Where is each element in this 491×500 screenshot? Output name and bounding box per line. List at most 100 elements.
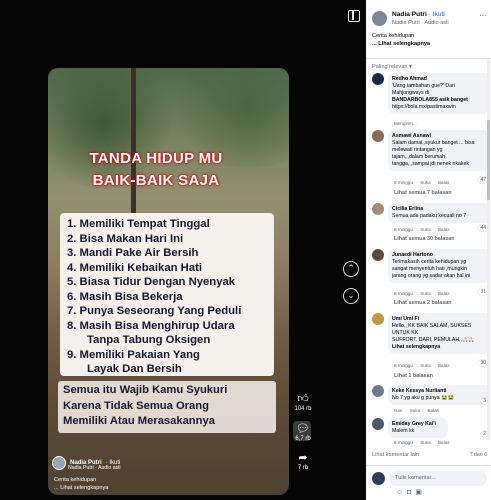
comment-meta: 6 minggu Suka Balas <box>394 440 455 445</box>
see-more-link[interactable]: ... Lihat selengkapnya <box>54 484 108 492</box>
comment-item: Junaedi Hartono Terimakasih cerita kehid… <box>372 249 491 309</box>
comment-text: melewati rintangan yg <box>392 147 443 153</box>
divider <box>366 58 491 59</box>
like-link[interactable]: Suka <box>420 227 430 232</box>
audio-label[interactable]: Nadia Putri · Audio asli <box>392 20 449 26</box>
sort-dropdown[interactable]: Paling relevan ▾ <box>372 64 412 70</box>
footer-line: Semua itu Wajib Kamu Syukuri <box>63 384 228 396</box>
author-name[interactable]: Nadia Putri · Ikuti <box>392 11 445 18</box>
comment-link[interactable]: https://bola.mx/pastimaxwin <box>392 104 486 111</box>
view-replies-link[interactable]: Lihat 1 balasan <box>394 373 433 379</box>
commenter-name[interactable]: Junaedi Hartono <box>392 252 486 259</box>
comment-item: Emiday Grey Kai'i Malem kk 6 minggu Suka… <box>372 418 491 450</box>
comment-text: UNTUK KK <box>392 330 419 336</box>
like-button[interactable]: 👍︎ 104 rb <box>294 393 312 413</box>
commenter-name[interactable]: Redho Ahmad <box>392 76 486 83</box>
comment-text: Hello,, KK BAIK SALAM, SUKSES <box>392 323 472 329</box>
see-more-link[interactable]: ... Lihat selengkapnya <box>372 40 430 48</box>
avatar[interactable] <box>372 203 384 215</box>
comment-bubble: Emiday Grey Kai'i Malem kk <box>388 418 448 438</box>
comment-bubble: Asmawi Asnawi Salam damai,,syukur banget… <box>388 130 490 171</box>
list-item: 4. Memiliki Kebaikan Hati <box>67 261 202 274</box>
comment-meta: Hari Suka Balas <box>394 408 445 413</box>
reply-link[interactable]: Balas <box>438 440 450 445</box>
list-item: Layak Dan Bersih <box>87 363 182 375</box>
view-replies-link[interactable]: Lihat semua 7 balasan <box>394 190 452 196</box>
avatar[interactable] <box>372 249 384 261</box>
avatar[interactable] <box>372 130 384 142</box>
list-item: 2. Bisa Makan Hari Ini <box>67 232 184 245</box>
comment-text: Salam damai,,syukur banget ... bisa <box>392 140 475 146</box>
comment-bubble: Cicilia Erlina Semua ada padaku kecuali … <box>388 203 490 223</box>
comment-text: Terimakasih cerita kehidupan yg <box>392 259 467 265</box>
chevron-down-icon[interactable]: ⌄ <box>343 288 359 304</box>
comment-meta: Mengirim... <box>394 121 423 126</box>
comment-text: 'Uang tambahan gue?' Dari <box>392 83 455 89</box>
avatar[interactable] <box>52 456 66 470</box>
comment-button[interactable]: 💬︎ 6,7 rb <box>294 423 312 443</box>
comment-time: 8 minggu <box>394 180 413 185</box>
comment-text: No 7 yg aku g punya 😭😭 <box>392 395 454 401</box>
gif-icon[interactable]: ▣ <box>415 489 426 496</box>
comment-time: Hari <box>394 408 403 413</box>
view-more-comments-link[interactable]: Lihat komentar lain <box>372 452 419 458</box>
like-link[interactable]: Suka <box>420 180 430 185</box>
comment-text: SUFFORT, DARI, PEMULAH,,🙏🏻🙏🏻 <box>392 337 475 343</box>
comment-meta: 6 minggu Suka Balas <box>394 363 455 368</box>
reply-link[interactable]: Balas <box>438 227 450 232</box>
comment-bubble: Umi Umi Fi Hello,, KK BAIK SALAM, SUKSES… <box>388 313 490 354</box>
comment-meta: 8 minggu Suka Balas <box>394 291 455 296</box>
comment-bubble: Junaedi Hartono Terimakasih cerita kehid… <box>388 249 490 283</box>
video-title-line: TANDA HIDUP MU <box>89 150 223 167</box>
like-link[interactable]: Suka <box>420 291 430 296</box>
comment-input[interactable]: Tulis komentar... <box>389 471 487 486</box>
scrollbar-thumb[interactable] <box>487 120 490 200</box>
avatar[interactable] <box>372 385 384 397</box>
more-icon[interactable]: ··· <box>479 11 487 20</box>
comment-item: Keke Kessya Nurlianti No 7 yg aku g puny… <box>372 385 491 417</box>
like-link[interactable]: Suka <box>410 408 420 413</box>
comment-time: 6 minggu <box>394 440 413 445</box>
avatar[interactable] <box>372 73 384 85</box>
list-item: 3. Mandi Pake Air Bersih <box>67 247 199 259</box>
commenter-name[interactable]: Emiday Grey Kai'i <box>392 421 444 428</box>
reply-link[interactable]: Balas <box>438 180 450 185</box>
list-item: 9. Memiliki Pakaian Yang <box>67 348 200 361</box>
avatar[interactable] <box>372 11 387 26</box>
sidebar-toggle-icon[interactable] <box>348 10 360 22</box>
list-item: 1. Memiliki Tempat Tinggal <box>67 218 210 230</box>
comment-time: 6 minggu <box>394 363 413 368</box>
avatar <box>372 472 385 485</box>
view-replies-link[interactable]: Lihat semua 30 balasan <box>394 236 455 242</box>
follow-link[interactable]: · Ikuti <box>429 11 445 18</box>
comment-status: Mengirim... <box>394 121 417 126</box>
avatar[interactable] <box>372 418 384 430</box>
video-footer-text: Semua itu Wajib Kamu Syukuri Karena Tida… <box>58 381 276 433</box>
comment-text: jarang orang yg sadar akan hal ini <box>392 273 471 279</box>
caption-text: Cerita kehidupan <box>372 33 415 39</box>
reply-link[interactable]: Balas <box>427 408 439 413</box>
commenter-name[interactable]: Cicilia Erlina <box>392 206 486 213</box>
commenter-name[interactable]: Umi Umi Fi <box>392 316 486 323</box>
comment-item: Cicilia Erlina Semua ada padaku kecuali … <box>372 203 491 245</box>
emoji-icon[interactable]: ☺ <box>396 489 407 496</box>
see-more-link[interactable]: Lihat selengkapnya <box>392 344 486 351</box>
comment-meta: 8 minggu Suka Balas <box>394 180 455 185</box>
share-button[interactable]: ➦ 7 rb <box>294 452 312 472</box>
list-item: 8. Masih Bisa Menghirup Udara <box>67 319 235 332</box>
chevron-up-icon[interactable]: ⌃ <box>343 261 359 277</box>
scrollbar-track[interactable] <box>487 60 490 440</box>
author-name-text[interactable]: Nadia Putri <box>392 11 427 18</box>
audio-label[interactable]: Nadia Putri · Audio asli <box>68 465 120 471</box>
reply-link[interactable]: Balas <box>438 291 450 296</box>
avatar[interactable] <box>372 313 384 325</box>
comment-text: Semua ada padaku kecuali no 7 <box>392 213 467 219</box>
like-link[interactable]: Suka <box>420 440 430 445</box>
share-icon: ➦ <box>298 452 308 464</box>
comment-counter: 7 dari 6 <box>469 452 487 458</box>
reply-link[interactable]: Balas <box>438 363 450 368</box>
view-replies-link[interactable]: Lihat semua 2 balasan <box>394 300 452 306</box>
commenter-name[interactable]: Keke Kessya Nurlianti <box>392 388 486 395</box>
like-link[interactable]: Suka <box>420 363 430 368</box>
commenter-name[interactable]: Asmawi Asnawi <box>392 133 486 140</box>
